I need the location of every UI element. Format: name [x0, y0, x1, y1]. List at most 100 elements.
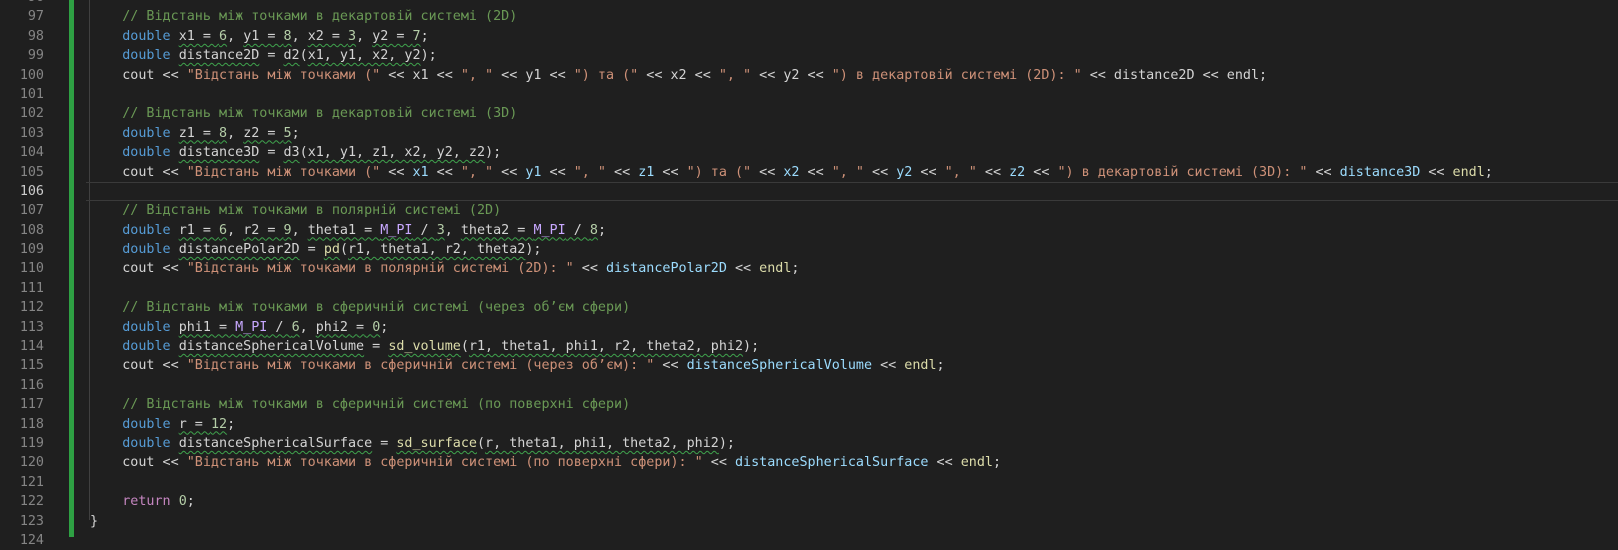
- line-number: 109: [19, 242, 44, 258]
- code-line[interactable]: 101: [0, 85, 1618, 104]
- line-number: 121: [19, 474, 44, 490]
- code-line[interactable]: 118 double r = 12;: [0, 415, 1618, 434]
- code-token: double: [122, 319, 171, 335]
- code-line[interactable]: 123}: [0, 512, 1618, 531]
- code-token: double: [122, 339, 171, 355]
- code-token: cout: [122, 455, 155, 471]
- code-token: <<: [976, 164, 1010, 180]
- code-token: cout: [122, 358, 155, 374]
- code-line[interactable]: 108 double r1 = 6, r2 = 9, theta1 = M_PI…: [0, 221, 1618, 240]
- code-token: );: [485, 145, 502, 161]
- code-text: // Відстань між точками в декартовій сис…: [90, 104, 517, 123]
- code-line[interactable]: 107 // Відстань між точками в полярній с…: [0, 201, 1618, 220]
- code-token: ,: [227, 125, 244, 141]
- line-number: 102: [19, 106, 44, 122]
- code-token: endl: [960, 455, 993, 471]
- code-text: cout << "Відстань між точками (" << x1 <…: [90, 66, 1267, 85]
- code-line[interactable]: 109 double distancePolar2D = pd(r1, thet…: [0, 240, 1618, 259]
- code-line[interactable]: 99 double distance2D = d2(x1, y1, x2, y2…: [0, 46, 1618, 65]
- code-token: r1, theta1, r2, theta2: [348, 242, 526, 258]
- code-token: ;: [992, 455, 1002, 471]
- code-token: 8: [283, 28, 292, 44]
- code-line[interactable]: 105 cout << "Відстань між точками (" << …: [0, 163, 1618, 182]
- code-line[interactable]: 115 cout << "Відстань між точками в сфер…: [0, 356, 1618, 375]
- code-line[interactable]: 111: [0, 279, 1618, 298]
- code-editor[interactable]: 9697 // Відстань між точками в декартові…: [0, 0, 1618, 550]
- code-line[interactable]: 100 cout << "Відстань між точками (" << …: [0, 66, 1618, 85]
- code-line[interactable]: 113 double phi1 = M_PI / 6, phi2 = 0;: [0, 318, 1618, 337]
- code-line[interactable]: 112 // Відстань між точками в сферичній …: [0, 298, 1618, 317]
- code-token: ", ": [718, 67, 752, 83]
- code-line[interactable]: 121: [0, 473, 1618, 492]
- code-token: ,: [299, 319, 316, 335]
- line-number: 115: [19, 358, 44, 374]
- code-token: cout: [122, 261, 155, 277]
- code-token: distanceSphericalVolume: [178, 339, 365, 355]
- line-number: 110: [19, 261, 44, 277]
- code-token: ;: [791, 261, 800, 277]
- code-line[interactable]: 117 // Відстань між точками в сферичній …: [0, 395, 1618, 414]
- code-line[interactable]: 98 double x1 = 6, y1 = 8, x2 = 3, y2 = 7…: [0, 27, 1618, 46]
- code-token: 8: [219, 125, 228, 141]
- code-token: double: [122, 435, 171, 451]
- code-line[interactable]: 120 cout << "Відстань між точками в сфер…: [0, 453, 1618, 472]
- code-line[interactable]: 114 double distanceSphericalVolume = sd_…: [0, 337, 1618, 356]
- code-line[interactable]: 97 // Відстань між точками в декартовій …: [0, 7, 1618, 26]
- code-token: y2 =: [372, 28, 413, 44]
- code-token: // Відстань між точками в полярній систе…: [122, 203, 502, 219]
- code-token: d3: [283, 145, 300, 161]
- code-token: ", ": [460, 67, 494, 83]
- code-token: ,: [291, 28, 308, 44]
- code-token: /: [267, 319, 292, 335]
- code-token: (: [476, 435, 486, 451]
- code-line[interactable]: 116: [0, 376, 1618, 395]
- code-text: // Відстань між точками в сферичній сист…: [90, 298, 630, 317]
- line-number: 99: [27, 48, 44, 64]
- code-token: (: [460, 339, 469, 355]
- code-token: << x2 <<: [638, 67, 719, 83]
- code-token: distancePolar2D: [178, 242, 300, 258]
- code-line[interactable]: 122 return 0;: [0, 492, 1618, 511]
- code-line[interactable]: 104 double distance3D = d3(x1, y1, z1, x…: [0, 143, 1618, 162]
- code-token: r =: [178, 416, 211, 432]
- code-token: distance3D: [178, 145, 260, 161]
- code-token: }: [90, 513, 99, 529]
- code-token: r2 =: [243, 222, 284, 238]
- code-token: 9: [283, 222, 292, 238]
- code-token: double: [122, 145, 171, 161]
- code-text: cout << "Відстань між точками в сферичні…: [90, 356, 944, 375]
- code-token: cout: [122, 67, 155, 83]
- code-token: 5: [283, 125, 292, 141]
- code-line[interactable]: 119 double distanceSphericalSurface = sd…: [0, 434, 1618, 453]
- code-line[interactable]: 110 cout << "Відстань між точками в поля…: [0, 259, 1618, 278]
- code-token: <<: [154, 261, 187, 277]
- code-line[interactable]: 103 double z1 = 8, z2 = 5;: [0, 124, 1618, 143]
- code-token: double: [122, 48, 171, 64]
- code-token: <<: [702, 455, 735, 471]
- code-token: phi2 =: [315, 319, 373, 335]
- code-token: /: [412, 222, 437, 238]
- line-number: 122: [19, 494, 44, 510]
- code-token: ", ": [460, 164, 494, 180]
- code-line[interactable]: 96: [0, 0, 1618, 7]
- code-line[interactable]: 102 // Відстань між точками в декартовій…: [0, 104, 1618, 123]
- code-line[interactable]: 106: [0, 181, 1618, 202]
- code-token: y2: [896, 164, 913, 180]
- code-token: 12: [210, 416, 228, 432]
- code-token: theta2 =: [460, 222, 534, 238]
- code-token: y1 =: [243, 28, 284, 44]
- code-token: <<: [928, 455, 961, 471]
- code-line[interactable]: 124: [0, 531, 1618, 550]
- code-token: <<: [912, 164, 945, 180]
- line-number: 104: [19, 145, 44, 161]
- code-text: // Відстань між точками в декартовій сис…: [90, 7, 517, 26]
